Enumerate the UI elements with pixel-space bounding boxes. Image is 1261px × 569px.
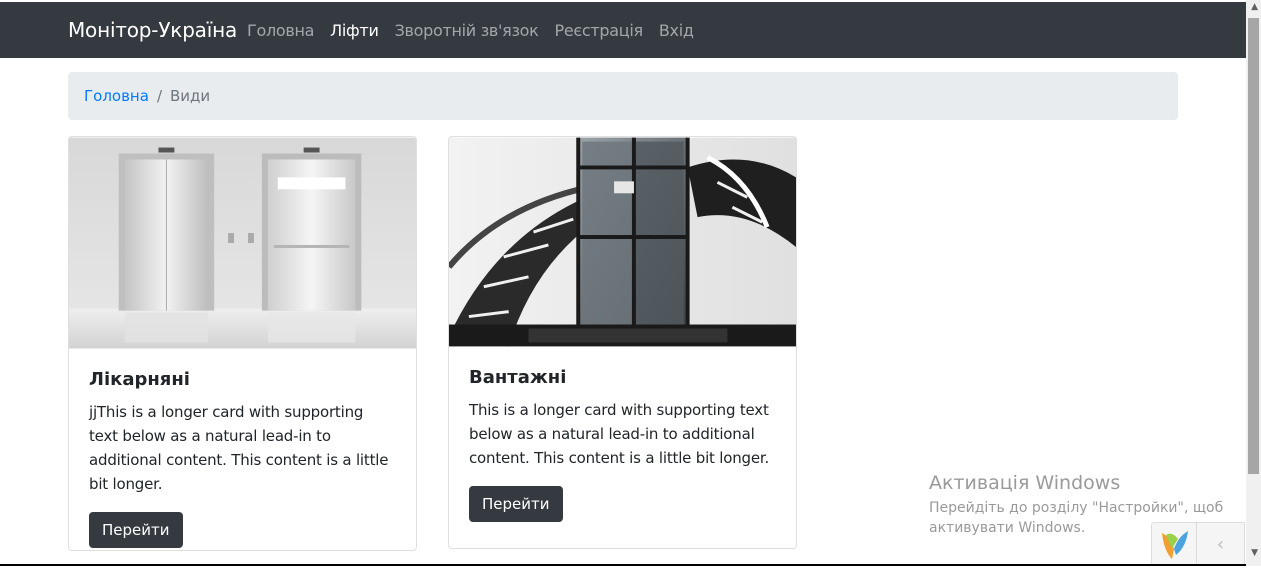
nav-item-feedback[interactable]: Зворотній зв'язок [395,21,539,40]
page-scrollbar[interactable]: ▲ ▼ [1246,0,1261,566]
chevron-left-icon: ‹ [1216,533,1225,555]
go-button[interactable]: Перейти [89,512,183,548]
glass-elevator-staircase-image [449,137,796,347]
breadcrumb-home-link[interactable]: Головна [84,87,149,105]
nav-item-elevators[interactable]: Ліфти [330,21,379,40]
brand-link[interactable]: Монітор-Україна [68,18,237,42]
watermark-title: Активація Windows [929,472,1121,494]
breadcrumb: Головна / Види [68,72,1178,120]
nav-item-home[interactable]: Головна [247,21,314,40]
yii-logo-icon [1162,531,1188,559]
debug-toolbar-toggle[interactable]: ‹ [1197,522,1245,566]
yii-debug-logo[interactable] [1151,522,1197,566]
scroll-down-arrow-icon[interactable]: ▼ [1251,548,1258,558]
breadcrumb-current: Види [170,87,211,105]
navbar: Монітор-Україна Головна Ліфти Зворотній … [0,2,1246,58]
card-hospital: Лікарняні jjThis is a longer card with s… [68,136,417,551]
go-button[interactable]: Перейти [469,486,563,522]
card-text: jjThis is a longer card with supporting … [89,403,389,493]
nav-item-register[interactable]: Реєстрація [555,21,644,40]
card-freight: Вантажні This is a longer card with supp… [448,136,797,549]
elevator-doors-image [69,137,416,349]
card-text: This is a longer card with supporting te… [469,401,770,467]
card-title: Лікарняні [89,369,190,390]
scrollbar-thumb[interactable] [1248,18,1259,474]
nav-menu: Головна Ліфти Зворотній зв'язок Реєстрац… [247,21,694,40]
scroll-up-arrow-icon[interactable]: ▲ [1251,2,1258,12]
breadcrumb-separator: / [156,87,162,105]
card-title: Вантажні [469,367,567,388]
watermark-line-1: Перейдіть до розділу "Настройки", щоб [929,500,1224,516]
nav-item-login[interactable]: Вхід [659,21,694,40]
